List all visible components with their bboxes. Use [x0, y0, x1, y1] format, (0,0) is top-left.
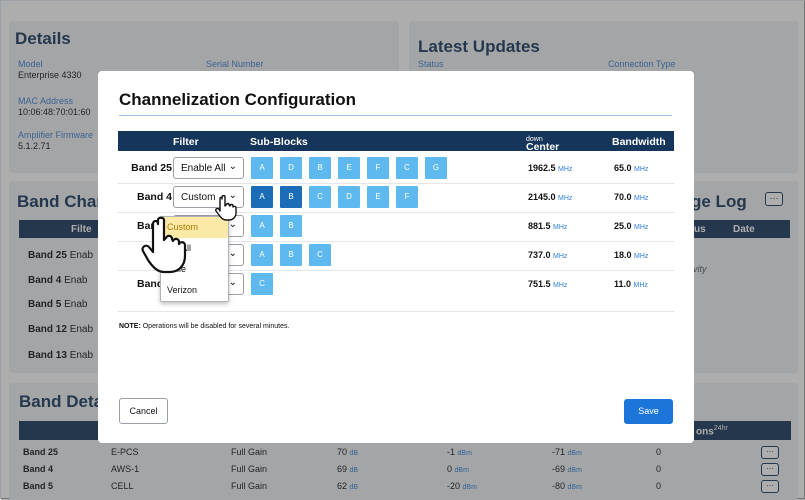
mhz-unit: MHz [634, 166, 649, 173]
subblock-button[interactable]: G [425, 157, 447, 179]
subblock-button[interactable]: C [309, 186, 331, 208]
bandwidth-number: 25.0 [614, 221, 632, 231]
center-freq-number: 1962.5 [528, 163, 556, 173]
col-bandwidth: Bandwidth [612, 136, 666, 148]
bandwidth-number: 65.0 [614, 163, 632, 173]
modal-title-divider [119, 115, 672, 116]
center-freq-number: 751.5 [528, 279, 551, 289]
filter-select[interactable]: Enable All ⌄ [173, 157, 244, 179]
row-divider [118, 212, 674, 213]
mhz-unit: MHz [634, 253, 649, 260]
center-freq-number: 2145.0 [528, 192, 556, 202]
col-center-freq-label: Center Freq [526, 141, 560, 165]
save-button[interactable]: Save [624, 399, 673, 424]
note-text: NOTE: Operations will be disabled for se… [119, 323, 289, 330]
subblock-button[interactable]: B [280, 186, 302, 208]
subblock-button[interactable]: F [367, 157, 389, 179]
hand-pointer-icon [141, 216, 187, 274]
bandwidth-value: 70.0 MHz [614, 192, 648, 202]
subblock-button[interactable]: B [280, 215, 302, 237]
center-freq-number: 881.5 [528, 221, 551, 231]
note-message: Operations will be disabled for several … [142, 323, 290, 330]
bandwidth-value: 11.0 MHz [614, 279, 648, 289]
center-freq-value: 1962.5 MHz [528, 163, 572, 173]
subblock-button[interactable]: E [338, 157, 360, 179]
subblock-button[interactable]: E [367, 186, 389, 208]
bandwidth-number: 11.0 [614, 279, 632, 289]
subblock-button[interactable]: C [396, 157, 418, 179]
mhz-unit: MHz [558, 166, 573, 173]
modal-title: Channelization Configuration [119, 90, 357, 109]
cancel-button[interactable]: Cancel [119, 398, 168, 424]
mhz-unit: MHz [634, 224, 649, 231]
col-filter: Filter [173, 136, 199, 148]
chevron-down-icon: ⌄ [228, 161, 237, 172]
subblock-button[interactable]: C [309, 244, 331, 266]
mhz-unit: MHz [634, 195, 649, 202]
chevron-down-icon: ⌄ [228, 248, 237, 259]
filter-select-value: Custom [181, 192, 216, 203]
config-table-header: Filter Sub-Blocks Center Freq down Bandw… [118, 131, 674, 165]
bandwidth-value: 18.0 MHz [614, 250, 648, 260]
subblock-button[interactable]: C [251, 273, 273, 295]
mhz-unit: MHz [553, 224, 568, 231]
hand-cursor-icon [215, 195, 237, 221]
subblock-button[interactable]: B [280, 244, 302, 266]
mhz-unit: MHz [558, 195, 573, 202]
dropdown-option-verizon[interactable]: Verizon [161, 280, 228, 301]
subblock-button[interactable]: F [396, 186, 418, 208]
mhz-unit: MHz [633, 282, 648, 289]
subblock-button[interactable]: A [251, 215, 273, 237]
subblock-button[interactable]: A [251, 186, 273, 208]
bandwidth-number: 18.0 [614, 250, 632, 260]
config-row-band: Band 4 [136, 191, 172, 203]
app-window: Details Model Enterprise 4330 Serial Num… [0, 0, 805, 500]
subblock-button[interactable]: B [309, 157, 331, 179]
subblock-button[interactable]: D [338, 186, 360, 208]
center-freq-value: 737.0 MHz [528, 250, 567, 260]
subblock-button[interactable]: D [280, 157, 302, 179]
center-freq-value: 881.5 MHz [528, 221, 567, 231]
center-freq-number: 737.0 [528, 250, 551, 260]
row-divider [118, 183, 674, 184]
bandwidth-value: 65.0 MHz [614, 163, 648, 173]
table-bottom-divider [118, 311, 674, 312]
center-freq-value: 2145.0 MHz [528, 192, 572, 202]
subblock-button[interactable]: A [251, 244, 273, 266]
config-row-band: Band 25 [131, 162, 172, 174]
bandwidth-number: 70.0 [614, 192, 632, 202]
filter-select-value: Enable All [181, 163, 226, 174]
mhz-unit: MHz [553, 253, 568, 260]
bandwidth-value: 25.0 MHz [614, 221, 648, 231]
mhz-unit: MHz [553, 282, 568, 289]
col-subblocks: Sub-Blocks [250, 136, 308, 148]
center-freq-value: 751.5 MHz [528, 279, 567, 289]
note-label: NOTE: [119, 323, 141, 330]
col-center-freq: Center Freq down [526, 136, 559, 165]
chevron-down-icon: ⌄ [228, 277, 237, 288]
subblock-button[interactable]: A [251, 157, 273, 179]
